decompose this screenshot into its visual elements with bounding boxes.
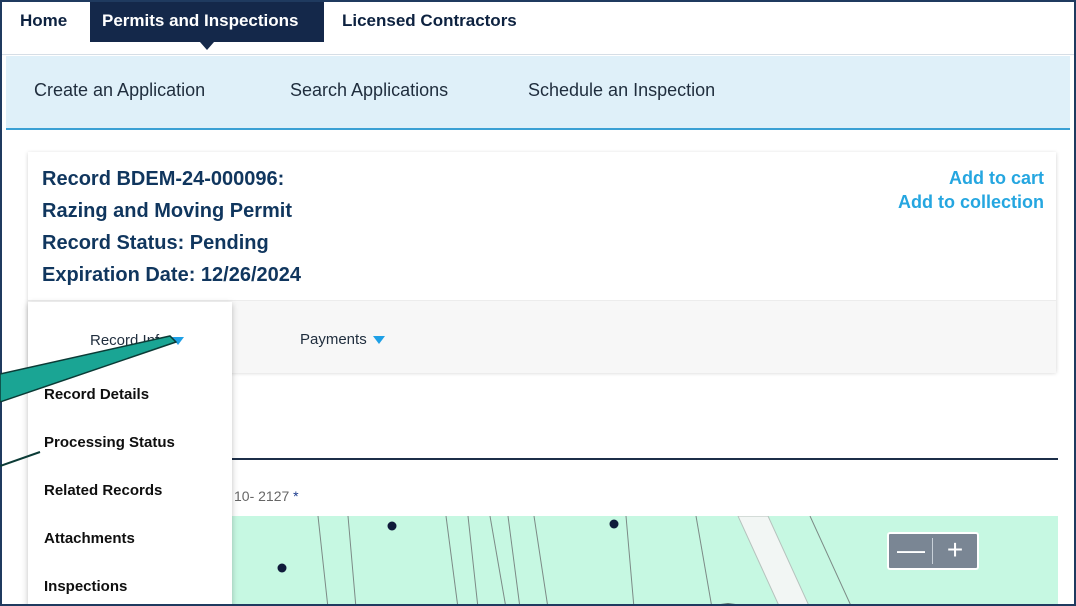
top-navigation: Home Permits and Inspections Licensed Co… <box>2 2 1074 55</box>
menu-attachments[interactable]: Attachments <box>44 530 135 547</box>
app-frame: Home Permits and Inspections Licensed Co… <box>0 0 1076 606</box>
map-marker[interactable] <box>277 563 287 573</box>
menu-inspections[interactable]: Inspections <box>44 578 127 595</box>
tab-record-info[interactable]: Record Info <box>90 332 184 349</box>
record-type: Razing and Moving Permit <box>42 200 293 222</box>
map-marker[interactable] <box>609 519 619 529</box>
tab-payments-label: Payments <box>300 331 367 348</box>
subnav-create-application[interactable]: Create an Application <box>34 80 205 101</box>
sub-navigation: Create an Application Search Application… <box>6 56 1070 130</box>
add-to-cart-link[interactable]: Add to cart <box>949 168 1044 189</box>
address-text: 10- 2127 <box>234 488 290 504</box>
zoom-out-button[interactable]: — <box>889 534 933 568</box>
caret-down-icon <box>171 337 184 346</box>
nav-permits-and-inspections[interactable]: Permits and Inspections <box>90 2 324 50</box>
add-to-collection-link[interactable]: Add to collection <box>898 192 1044 213</box>
subnav-schedule-inspection[interactable]: Schedule an Inspection <box>528 80 715 101</box>
map-marker[interactable] <box>387 521 397 531</box>
record-info-dropdown: Record Info Record Details Processing St… <box>28 302 232 604</box>
record-number: Record BDEM-24-000096: <box>42 168 285 190</box>
record-expiration: Expiration Date: 12/26/2024 <box>42 264 302 286</box>
tab-payments[interactable]: Payments <box>300 331 385 348</box>
menu-related-records[interactable]: Related Records <box>44 482 162 499</box>
subnav-search-applications[interactable]: Search Applications <box>290 80 448 101</box>
zoom-in-button[interactable]: + <box>933 534 977 568</box>
map-zoom-control: — + <box>887 532 979 570</box>
record-status: Record Status: Pending <box>42 232 269 254</box>
menu-processing-status[interactable]: Processing Status <box>44 434 175 451</box>
address-line: 10- 2127 * <box>234 488 299 504</box>
menu-record-details[interactable]: Record Details <box>44 386 149 403</box>
caret-down-icon <box>372 336 385 345</box>
required-mark: * <box>293 488 299 504</box>
tab-record-info-label: Record Info <box>90 332 168 349</box>
nav-licensed-contractors[interactable]: Licensed Contractors <box>330 2 529 42</box>
nav-home[interactable]: Home <box>8 2 79 42</box>
